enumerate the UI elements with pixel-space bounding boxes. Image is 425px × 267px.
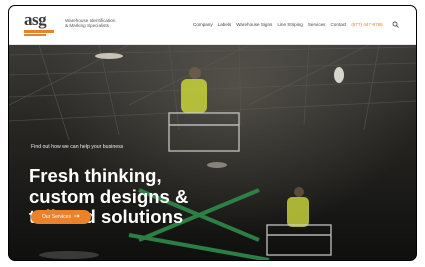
hero-eyebrow: Find out how we can help your business: [31, 144, 124, 150]
logo[interactable]: asg: [24, 10, 58, 38]
logo-accent-bar-2: [24, 34, 46, 36]
nav-item-labels[interactable]: Labels: [218, 22, 232, 27]
search-icon[interactable]: [392, 21, 399, 28]
our-services-button[interactable]: Our Services: [31, 210, 91, 224]
browser-frame: asg Warehouse Identification & Marking S…: [9, 6, 416, 260]
main-nav: Company Labels Warehouse Signs Line Stri…: [193, 21, 406, 28]
nav-item-contact[interactable]: Contact: [330, 22, 346, 27]
logo-text: asg: [24, 10, 47, 29]
tagline-line2: & Marking Specialists: [65, 23, 109, 29]
site-header: asg Warehouse Identification & Marking S…: [9, 6, 416, 45]
cta-label: Our Services: [42, 214, 71, 220]
nav-item-line-striping[interactable]: Line Striping: [277, 22, 303, 27]
hero-banner: Find out how we can help your business F…: [9, 45, 416, 260]
headline-line-1: Fresh thinking,: [29, 165, 162, 186]
nav-item-warehouse-signs[interactable]: Warehouse Signs: [236, 22, 272, 27]
nav-item-services[interactable]: Services: [308, 22, 326, 27]
warehouse-background-image: [9, 45, 416, 260]
arrow-right-icon: [73, 214, 80, 220]
headline-line-2: custom designs &: [29, 185, 189, 207]
tagline: Warehouse Identification & Marking Speci…: [65, 18, 115, 29]
phone-link[interactable]: (877) 447-8786: [351, 22, 382, 27]
logo-accent-bar: [24, 30, 54, 33]
nav-item-company[interactable]: Company: [193, 22, 213, 27]
